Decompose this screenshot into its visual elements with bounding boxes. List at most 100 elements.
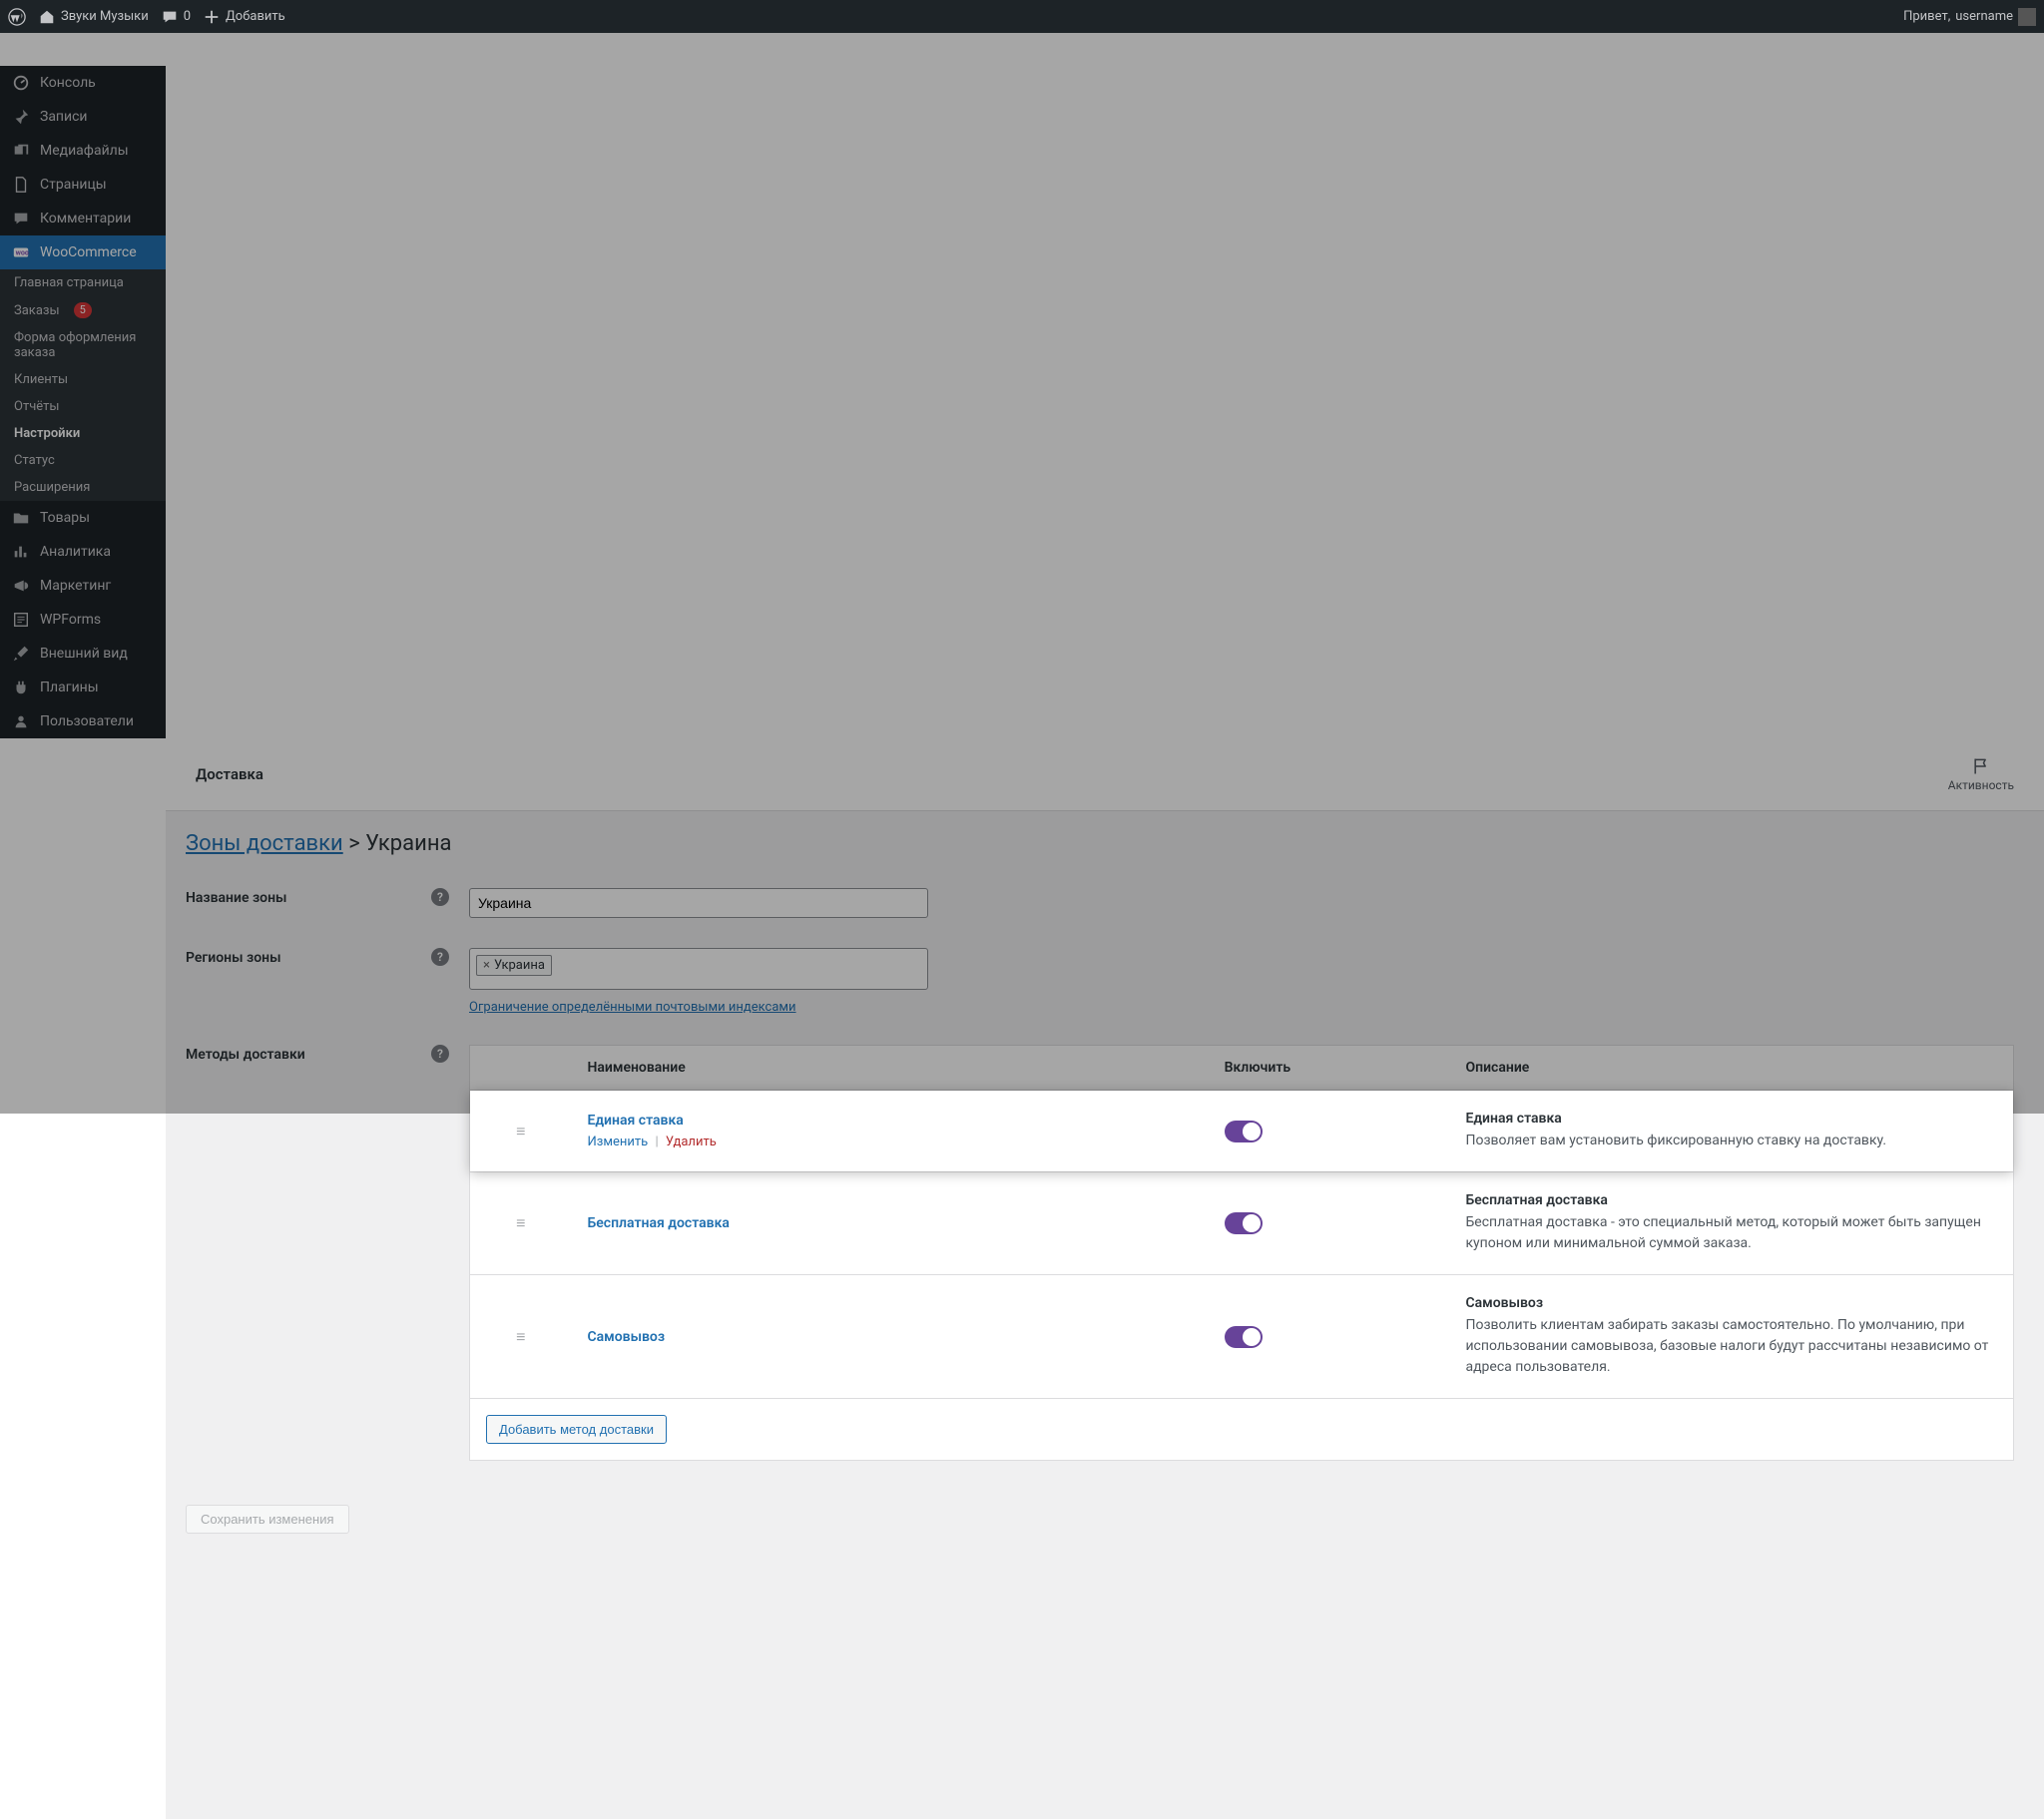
avatar bbox=[2018, 8, 2036, 26]
zone-name-label: Название зоны bbox=[186, 890, 286, 906]
wordpress-icon bbox=[8, 8, 26, 26]
menu-posts[interactable]: Записи bbox=[0, 100, 166, 134]
add-new-label: Добавить bbox=[226, 9, 285, 24]
svg-text:woo: woo bbox=[16, 248, 29, 257]
help-tip-icon[interactable]: ? bbox=[431, 948, 449, 966]
method-desc-title: Самовывоз bbox=[1465, 1295, 1997, 1311]
menu-wpforms[interactable]: WPForms bbox=[0, 603, 166, 637]
delete-link[interactable]: Удалить bbox=[666, 1135, 717, 1149]
add-new-link[interactable]: Добавить bbox=[203, 8, 285, 26]
method-desc-title: Бесплатная доставка bbox=[1465, 1192, 1997, 1208]
pin-icon bbox=[12, 108, 30, 126]
site-home-link[interactable]: Звуки Музыки bbox=[38, 8, 149, 26]
breadcrumb-root-link[interactable]: Зоны доставки bbox=[186, 831, 343, 856]
submenu-checkout-form[interactable]: Форма оформления заказа bbox=[0, 324, 166, 366]
shipping-methods-table: Наименование Включить Описание ≡ Единая … bbox=[469, 1045, 2014, 1461]
remove-tag-icon[interactable]: × bbox=[483, 958, 490, 973]
edit-link[interactable]: Изменить bbox=[587, 1135, 648, 1149]
enable-toggle[interactable] bbox=[1225, 1121, 1263, 1142]
help-tip-icon[interactable]: ? bbox=[431, 1045, 449, 1063]
brush-icon bbox=[12, 645, 30, 663]
menu-media[interactable]: Медиафайлы bbox=[0, 134, 166, 168]
method-desc-body: Бесплатная доставка - это специальный ме… bbox=[1465, 1212, 1997, 1254]
menu-pointer-icon bbox=[158, 244, 166, 260]
comment-icon bbox=[12, 210, 30, 227]
media-icon bbox=[12, 142, 30, 160]
activity-label: Активность bbox=[1948, 778, 2014, 792]
menu-marketing[interactable]: Маркетинг bbox=[0, 569, 166, 603]
save-changes-button[interactable]: Сохранить изменения bbox=[186, 1505, 349, 1534]
user-icon bbox=[12, 712, 30, 730]
breadcrumb: Зоны доставки > Украина bbox=[186, 831, 2024, 856]
breadcrumb-leaf: Украина bbox=[365, 831, 451, 856]
zone-regions-select[interactable]: × Украина bbox=[469, 948, 928, 990]
comments-link[interactable]: 0 bbox=[161, 8, 191, 26]
wp-logo[interactable] bbox=[8, 8, 26, 26]
submenu-reports[interactable]: Отчёты bbox=[0, 393, 166, 420]
submenu-orders[interactable]: Заказы 5 bbox=[0, 296, 166, 324]
content-area: Доставка Активность Зоны доставки > Укра… bbox=[166, 738, 2044, 1819]
menu-plugins[interactable]: Плагины bbox=[0, 671, 166, 704]
menu-dashboard[interactable]: Консоль bbox=[0, 66, 166, 100]
menu-appearance[interactable]: Внешний вид bbox=[0, 637, 166, 671]
enable-toggle[interactable] bbox=[1225, 1326, 1263, 1348]
submenu-status[interactable]: Статус bbox=[0, 447, 166, 474]
help-tip-icon[interactable]: ? bbox=[431, 888, 449, 906]
form-icon bbox=[12, 611, 30, 629]
drag-handle-icon[interactable]: ≡ bbox=[516, 1122, 525, 1140]
col-enable-header: Включить bbox=[1209, 1046, 1450, 1091]
menu-comments[interactable]: Комментарии bbox=[0, 202, 166, 235]
menu-pages[interactable]: Страницы bbox=[0, 168, 166, 202]
folder-icon bbox=[12, 509, 30, 527]
menu-analytics[interactable]: Аналитика bbox=[0, 535, 166, 569]
activity-panel-toggle[interactable]: Активность bbox=[1948, 756, 2014, 792]
page-icon bbox=[12, 176, 30, 194]
account-link[interactable]: Привет, username bbox=[1903, 8, 2036, 26]
zone-name-input[interactable] bbox=[469, 888, 928, 918]
orders-badge: 5 bbox=[74, 302, 92, 318]
method-desc-body: Позволяет вам установить фиксированную с… bbox=[1465, 1131, 1997, 1151]
method-name-link[interactable]: Самовывоз bbox=[587, 1329, 665, 1345]
row-actions: Изменить | Удалить bbox=[587, 1135, 1192, 1149]
breadcrumb-sep: > bbox=[348, 831, 360, 856]
plus-icon bbox=[203, 8, 221, 26]
wc-header: Доставка Активность bbox=[166, 738, 2044, 811]
dashboard-icon bbox=[12, 74, 30, 92]
submenu-customers[interactable]: Клиенты bbox=[0, 366, 166, 393]
plugin-icon bbox=[12, 679, 30, 696]
site-name: Звуки Музыки bbox=[61, 9, 149, 24]
woo-icon: woo bbox=[12, 243, 30, 261]
region-tag-label: Украина bbox=[494, 958, 545, 973]
col-name-header: Наименование bbox=[571, 1046, 1208, 1091]
add-shipping-method-button[interactable]: Добавить метод доставки bbox=[486, 1415, 667, 1444]
menu-woocommerce[interactable]: woo WooCommerce bbox=[0, 235, 166, 269]
method-row-free-shipping: ≡ Бесплатная доставка Бесплатная доставк… bbox=[470, 1171, 2013, 1274]
limit-postcodes-link[interactable]: Ограничение определёнными почтовыми инде… bbox=[469, 1000, 796, 1015]
method-name-link[interactable]: Бесплатная доставка bbox=[587, 1215, 729, 1231]
method-name-link[interactable]: Единая ставка bbox=[587, 1113, 683, 1129]
home-icon bbox=[38, 8, 56, 26]
submenu-settings[interactable]: Настройки bbox=[0, 420, 166, 447]
enable-toggle[interactable] bbox=[1225, 1212, 1263, 1234]
submenu-home[interactable]: Главная страница bbox=[0, 269, 166, 296]
admin-sidebar: Консоль Записи Медиафайлы Страницы Комме… bbox=[0, 66, 166, 738]
woo-submenu: Главная страница Заказы 5 Форма оформлен… bbox=[0, 269, 166, 501]
method-desc-body: Позволить клиентам забирать заказы самос… bbox=[1465, 1315, 1997, 1378]
drag-handle-icon[interactable]: ≡ bbox=[516, 1213, 525, 1232]
method-row-local-pickup: ≡ Самовывоз Самовывоз Позволить клиентам… bbox=[470, 1274, 2013, 1398]
admin-bar: Звуки Музыки 0 Добавить Привет, username bbox=[0, 0, 2044, 33]
submenu-extensions[interactable]: Расширения bbox=[0, 474, 166, 501]
method-desc-title: Единая ставка bbox=[1465, 1111, 1997, 1127]
page-title: Доставка bbox=[196, 765, 263, 783]
method-row-flat-rate: ≡ Единая ставка Изменить | Удалить bbox=[470, 1091, 2013, 1171]
zone-regions-label: Регионы зоны bbox=[186, 950, 281, 966]
methods-label: Методы доставки bbox=[186, 1047, 305, 1063]
megaphone-icon bbox=[12, 577, 30, 595]
drag-handle-icon[interactable]: ≡ bbox=[516, 1327, 525, 1346]
menu-products[interactable]: Товары bbox=[0, 501, 166, 535]
username: username bbox=[1955, 9, 2013, 24]
col-desc-header: Описание bbox=[1449, 1046, 2013, 1091]
howdy-prefix: Привет, bbox=[1903, 9, 1950, 24]
flag-icon bbox=[1971, 756, 1991, 776]
menu-users[interactable]: Пользователи bbox=[0, 704, 166, 738]
